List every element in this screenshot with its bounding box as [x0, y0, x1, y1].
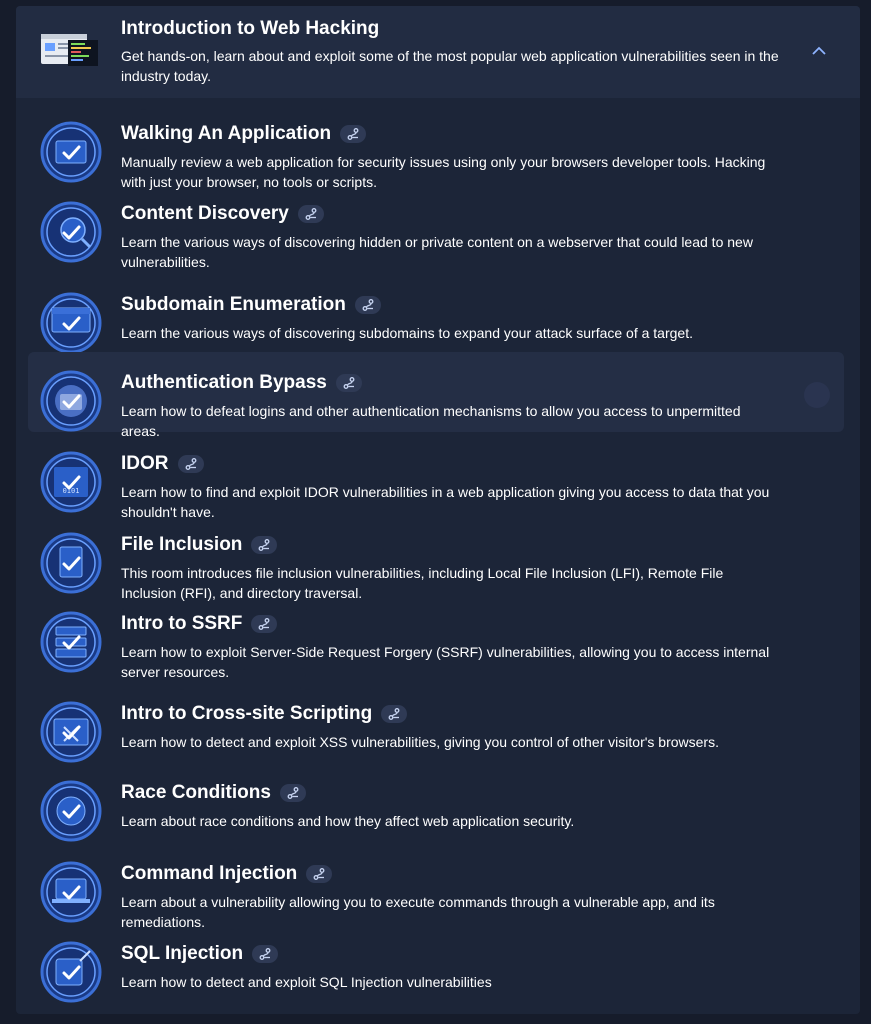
- room-title: SQL Injection: [121, 943, 244, 964]
- race-icon: [40, 780, 102, 842]
- svg-text:0101: 0101: [63, 487, 80, 495]
- room-description: Learn the various ways of discovering hi…: [121, 234, 753, 270]
- room-row[interactable]: Intro to Cross-site Scripting Learn how t…: [28, 683, 844, 763]
- binary-data-icon: 0101: [40, 451, 102, 513]
- room-title: File Inclusion: [121, 534, 243, 555]
- walkthrough-path-icon: [259, 948, 271, 960]
- module-title: Introduction to Web Hacking: [121, 18, 380, 39]
- room-row[interactable]: Authentication Bypass Learn how to defeat…: [28, 352, 844, 439]
- web-hacking-thumbnail-icon: [41, 34, 98, 66]
- walkthrough-badge: [335, 374, 362, 392]
- walkthrough-path-icon: [313, 868, 325, 880]
- browser-tools-icon: [40, 121, 102, 183]
- room-title-row: Content Discovery: [121, 203, 324, 225]
- room-row[interactable]: Content Discovery Learn the various ways …: [28, 183, 844, 270]
- walkthrough-badge: [251, 615, 278, 633]
- room-title-row: IDOR: [121, 453, 204, 475]
- walkthrough-path-icon: [362, 299, 374, 311]
- room-title: IDOR: [121, 453, 169, 474]
- walkthrough-badge: [306, 865, 333, 883]
- file-icon: [40, 532, 102, 594]
- room-description: Learn how to detect and exploit SQL Inje…: [121, 974, 492, 990]
- www-window-icon: [40, 292, 102, 354]
- room-title: Command Injection: [121, 863, 298, 884]
- room-title-row: Race Conditions: [121, 782, 306, 804]
- walkthrough-badge: [177, 455, 204, 473]
- room-title-row: Subdomain Enumeration: [121, 294, 381, 316]
- walkthrough-path-icon: [347, 128, 359, 140]
- database-syringe-icon: [40, 941, 102, 1003]
- walkthrough-path-icon: [258, 539, 270, 551]
- room-title: Subdomain Enumeration: [121, 294, 346, 315]
- server-icon: [40, 611, 102, 673]
- magnifier-icon: [40, 201, 102, 263]
- room-title: Authentication Bypass: [121, 372, 327, 393]
- room-title-row: Intro to SSRF: [121, 613, 278, 635]
- walkthrough-badge: [279, 784, 306, 802]
- room-title: Race Conditions: [121, 782, 271, 803]
- room-title-row: Walking An Application: [121, 123, 367, 145]
- walkthrough-badge: [251, 536, 278, 554]
- walkthrough-path-icon: [343, 377, 355, 389]
- walkthrough-badge: [354, 296, 381, 314]
- walkthrough-path-icon: [287, 787, 299, 799]
- room-title-row: Command Injection: [121, 863, 333, 885]
- room-description: Learn how to exploit Server-Side Request…: [121, 644, 770, 680]
- room-title-row: SQL Injection: [121, 943, 279, 965]
- room-row[interactable]: Race Conditions Learn about race conditio…: [28, 762, 844, 842]
- room-title-row: Authentication Bypass: [121, 372, 362, 394]
- walkthrough-badge: [381, 705, 408, 723]
- room-description: Learn how to detect and exploit XSS vuln…: [121, 734, 719, 750]
- room-row[interactable]: Intro to SSRF Learn how to exploit Server…: [28, 593, 844, 680]
- walkthrough-badge: [252, 945, 279, 963]
- room-row[interactable]: 0101 IDOR Learn how to find and exploit ID…: [28, 433, 844, 520]
- room-description: Learn the various ways of discovering su…: [121, 325, 693, 341]
- room-row[interactable]: Walking An Application Manually review a …: [28, 103, 844, 190]
- room-row[interactable]: Subdomain Enumeration Learn the various w…: [28, 274, 844, 354]
- collapse-toggle-button[interactable]: [806, 38, 832, 64]
- module-panel: Introduction to Web Hacking Get hands-on…: [16, 6, 860, 1014]
- walkthrough-path-icon: [258, 618, 270, 630]
- walkthrough-path-icon: [388, 708, 400, 720]
- room-title-row: Intro to Cross-site Scripting: [121, 703, 408, 725]
- browser-x-icon: [40, 701, 102, 763]
- chevron-up-icon: [812, 46, 826, 55]
- room-title-row: File Inclusion: [121, 534, 278, 556]
- room-title: Intro to Cross-site Scripting: [121, 703, 373, 724]
- module-description: Get hands-on, learn about and exploit so…: [121, 48, 779, 84]
- room-row[interactable]: Command Injection Learn about a vulnerabi…: [28, 843, 844, 930]
- walkthrough-path-icon: [305, 208, 317, 220]
- login-bypass-icon: [40, 370, 102, 432]
- room-title: Walking An Application: [121, 123, 332, 144]
- module-header[interactable]: Introduction to Web Hacking Get hands-on…: [16, 6, 860, 98]
- walkthrough-path-icon: [185, 458, 196, 470]
- room-row[interactable]: File Inclusion This room introduces file …: [28, 514, 844, 601]
- room-title: Content Discovery: [121, 203, 289, 224]
- laptop-terminal-icon: [40, 861, 102, 923]
- walkthrough-badge: [297, 205, 324, 223]
- room-description: Learn about race conditions and how they…: [121, 813, 575, 829]
- walkthrough-badge: [340, 125, 367, 143]
- room-row[interactable]: SQL Injection Learn how to detect and exp…: [28, 923, 844, 1003]
- room-title: Intro to SSRF: [121, 613, 243, 634]
- room-open-button[interactable]: [804, 382, 830, 408]
